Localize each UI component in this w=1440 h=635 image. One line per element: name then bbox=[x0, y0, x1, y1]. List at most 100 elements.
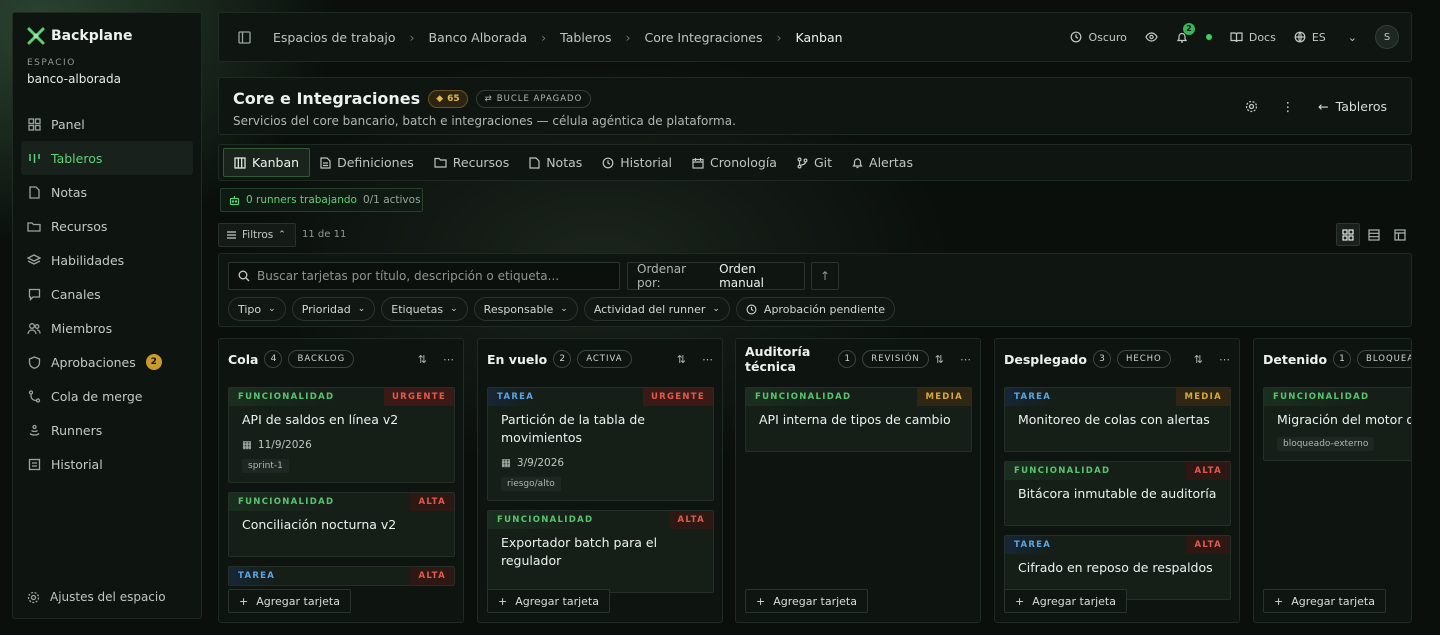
sidebar-item-historial[interactable]: Historial bbox=[21, 447, 193, 481]
bell-icon bbox=[852, 157, 863, 169]
breadcrumb-item[interactable]: Core Integraciones bbox=[645, 30, 763, 45]
plus-icon: + bbox=[1015, 594, 1025, 608]
kanban-card[interactable]: TAREA ALTA bbox=[228, 566, 455, 586]
add-card-button[interactable]: + Agregar tarjeta bbox=[228, 589, 351, 613]
theme-toggle-button[interactable]: Oscuro bbox=[1070, 31, 1127, 44]
chevron-down-icon[interactable]: ⌄ bbox=[1348, 31, 1357, 44]
kanban-card[interactable]: TAREA MEDIA Monitoreo de colas con alertas bbox=[1004, 387, 1231, 452]
column-status-badge: ACTIVA bbox=[577, 350, 632, 368]
column-count: 4 bbox=[264, 350, 283, 368]
breadcrumb-item[interactable]: Espacios de trabajo bbox=[273, 30, 396, 45]
kanban-card[interactable]: FUNCIONALIDAD ALTA Conciliación nocturna v… bbox=[228, 492, 455, 557]
kanban-card[interactable]: FUNCIONALIDAD Migración del motor de bloqu… bbox=[1263, 387, 1412, 461]
note-icon bbox=[529, 156, 540, 169]
runners-status[interactable]: 0 runners trabajando 0/1 activos bbox=[220, 188, 423, 212]
sidebar-item-recursos[interactable]: Recursos bbox=[21, 209, 193, 243]
more-horizontal-icon[interactable]: ⋯ bbox=[960, 353, 971, 366]
sort-icon[interactable]: ⇅ bbox=[935, 353, 944, 366]
kanban-card[interactable]: TAREA URGENTE Partición de la tabla de mov… bbox=[487, 387, 714, 501]
more-vertical-icon[interactable]: ⋮ bbox=[1282, 99, 1295, 114]
loop-icon: ⇄ bbox=[484, 93, 493, 104]
eye-icon[interactable] bbox=[1145, 31, 1158, 43]
workspace-name[interactable]: banco-alborada bbox=[27, 72, 121, 86]
column-actions: ⇅ ⋯ bbox=[935, 353, 971, 366]
chevron-down-icon: ⌄ bbox=[268, 304, 276, 314]
history-icon bbox=[27, 457, 41, 471]
kanban-column: Cola 4 BACKLOG ⇅ ⋯ FUNCIONALIDAD URGENTE API de… bbox=[218, 338, 464, 623]
breadcrumb-item[interactable]: Tableros bbox=[560, 30, 611, 45]
sort-icon[interactable]: ⇅ bbox=[1194, 353, 1203, 366]
sidebar-toggle-icon[interactable] bbox=[238, 30, 251, 44]
kanban-card[interactable]: FUNCIONALIDAD ALTA Exportador batch para e… bbox=[487, 510, 714, 593]
sidebar-item-label: Aprobaciones bbox=[51, 354, 136, 370]
sidebar-item-aprobaciones[interactable]: Aprobaciones 2 bbox=[21, 345, 193, 379]
sort-icon[interactable]: ⇅ bbox=[677, 353, 686, 366]
filters-button[interactable]: Filtros ⌃ bbox=[218, 223, 296, 247]
avatar[interactable]: S bbox=[1375, 25, 1399, 49]
column-count: 1 bbox=[1333, 350, 1352, 368]
search-input[interactable]: Buscar tarjetas por título, descripción … bbox=[228, 262, 620, 290]
tab-recursos[interactable]: Recursos bbox=[424, 148, 519, 177]
sidebar-item-tableros[interactable]: Tableros bbox=[21, 141, 193, 175]
notifications-button[interactable]: 2 bbox=[1176, 22, 1195, 44]
sidebar-item-canales[interactable]: Canales bbox=[21, 277, 193, 311]
sidebar-item-habilidades[interactable]: Habilidades bbox=[21, 243, 193, 277]
card-type-label: FUNCIONALIDAD bbox=[229, 493, 335, 511]
tab-historial[interactable]: Historial bbox=[592, 148, 682, 177]
gear-icon[interactable] bbox=[1245, 100, 1258, 113]
filter-chip-tipo[interactable]: Tipo ⌄ bbox=[228, 297, 286, 321]
sidebar-item-label: Tableros bbox=[51, 150, 103, 166]
tab-cronologia[interactable]: Cronología bbox=[682, 148, 787, 177]
tab-git[interactable]: Git bbox=[787, 148, 842, 177]
brand[interactable]: Backplane bbox=[27, 27, 132, 45]
back-to-boards-button[interactable]: ← Tableros bbox=[1318, 99, 1387, 114]
board-tabs: Kanban Definiciones Recursos Notas Histo… bbox=[218, 144, 1412, 181]
breadcrumb-item[interactable]: Banco Alborada bbox=[429, 30, 528, 45]
table-view-button[interactable] bbox=[1388, 223, 1412, 246]
sidebar-item-panel[interactable]: Panel bbox=[21, 107, 193, 141]
column-header: Cola 4 BACKLOG ⇅ ⋯ bbox=[228, 348, 454, 370]
language-selector[interactable]: ES bbox=[1294, 31, 1326, 44]
table-icon bbox=[1394, 228, 1406, 241]
tab-definiciones[interactable]: Definiciones bbox=[310, 148, 424, 177]
card-title: Migración del motor de bbox=[1277, 412, 1412, 427]
kanban-card[interactable]: FUNCIONALIDAD URGENTE API de saldos en lín… bbox=[228, 387, 455, 483]
sidebar-item-cola-de-merge[interactable]: Cola de merge bbox=[21, 379, 193, 413]
docs-link[interactable]: Docs bbox=[1230, 31, 1276, 44]
add-card-button[interactable]: + Agregar tarjeta bbox=[1004, 589, 1127, 613]
filter-chip-aprobacion[interactable]: Aprobación pendiente bbox=[735, 297, 896, 321]
workspace-settings-button[interactable]: Ajustes del espacio bbox=[27, 590, 166, 604]
more-horizontal-icon[interactable]: ⋯ bbox=[1219, 353, 1230, 366]
add-card-button[interactable]: + Agregar tarjeta bbox=[745, 589, 868, 613]
sidebar-item-notas[interactable]: Notas bbox=[21, 175, 193, 209]
list-view-button[interactable] bbox=[1362, 223, 1386, 246]
tab-alertas[interactable]: Alertas bbox=[842, 148, 923, 177]
loop-status-badge[interactable]: ⇄ BUCLE APAGADO bbox=[475, 89, 592, 108]
breadcrumb: Espacios de trabajo › Banco Alborada › Tab… bbox=[273, 30, 843, 45]
filter-chip-actividad[interactable]: Actividad del runner ⌄ bbox=[583, 297, 730, 321]
tab-label: Alertas bbox=[869, 155, 913, 170]
filter-chip-prioridad[interactable]: Prioridad ⌄ bbox=[291, 297, 376, 321]
add-card-button[interactable]: + Agregar tarjeta bbox=[1263, 589, 1386, 613]
tab-notas[interactable]: Notas bbox=[519, 148, 592, 177]
kanban-card[interactable]: FUNCIONALIDAD MEDIA API interna de tipos d… bbox=[745, 387, 972, 452]
sort-icon[interactable]: ⇅ bbox=[418, 353, 427, 366]
add-card-button[interactable]: + Agregar tarjeta bbox=[487, 589, 610, 613]
card-header: FUNCIONALIDAD MEDIA bbox=[746, 388, 971, 406]
sidebar-item-miembros[interactable]: Miembros bbox=[21, 311, 193, 345]
more-horizontal-icon[interactable]: ⋯ bbox=[443, 353, 454, 366]
sidebar-item-runners[interactable]: Runners bbox=[21, 413, 193, 447]
chevron-right-icon: › bbox=[625, 29, 631, 45]
card-list: FUNCIONALIDAD MEDIA API interna de tipos d… bbox=[745, 387, 972, 461]
backplane-logo-icon bbox=[27, 27, 45, 45]
grid-view-button[interactable] bbox=[1336, 223, 1360, 246]
sort-select[interactable]: Ordenar por: Orden manual bbox=[627, 262, 805, 290]
grid-icon bbox=[27, 117, 41, 131]
page-title-row: Core e Integraciones ◆ 65 ⇄ BUCLE APAGADO bbox=[233, 89, 592, 108]
kanban-card[interactable]: FUNCIONALIDAD ALTA Bitácora inmutable de a… bbox=[1004, 461, 1231, 526]
more-horizontal-icon[interactable]: ⋯ bbox=[702, 353, 713, 366]
filter-chip-responsable[interactable]: Responsable ⌄ bbox=[473, 297, 578, 321]
sort-direction-button[interactable]: ↑ bbox=[811, 262, 839, 290]
filter-chip-etiquetas[interactable]: Etiquetas ⌄ bbox=[381, 297, 468, 321]
tab-kanban[interactable]: Kanban bbox=[223, 148, 311, 177]
